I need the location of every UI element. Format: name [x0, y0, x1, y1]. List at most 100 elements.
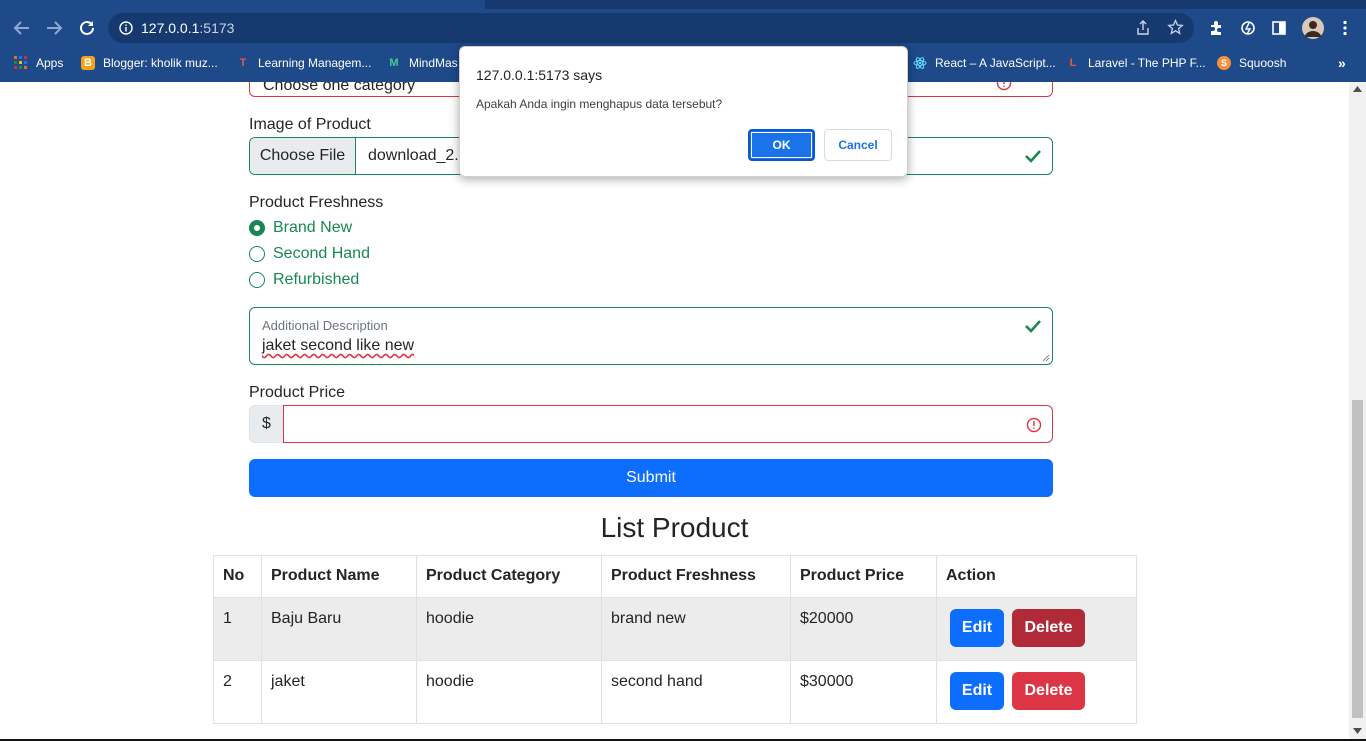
radio-label: Brand New	[273, 219, 353, 236]
url-port: :5173	[199, 20, 235, 36]
side-panel-icon[interactable]	[1269, 18, 1289, 38]
bookmark-label: Blogger: kholik muz...	[103, 56, 218, 70]
cell-price: $20000	[790, 597, 937, 661]
delete-button[interactable]: Delete	[1012, 609, 1085, 647]
bookmark-star-icon[interactable]	[1167, 19, 1184, 36]
radio-refurbished[interactable]: Refurbished	[249, 271, 359, 289]
cell-freshness: brand new	[601, 597, 791, 661]
price-input[interactable]	[283, 405, 1053, 443]
freshness-label: Product Freshness	[249, 194, 384, 211]
bookmark-label: MindMas	[409, 56, 458, 70]
header-action: Action	[936, 555, 1137, 598]
forward-icon[interactable]	[43, 17, 65, 39]
bookmark-label: Squoosh	[1239, 56, 1287, 70]
bookmark-apps[interactable]: Apps	[14, 54, 63, 72]
kebab-menu-icon[interactable]	[1335, 18, 1355, 38]
cell-price: $30000	[790, 660, 937, 724]
cell-name: Baju Baru	[261, 597, 417, 661]
header-product-freshness: Product Freshness	[601, 555, 791, 598]
cell-no: 2	[213, 660, 262, 724]
react-icon	[913, 56, 927, 70]
edit-button[interactable]: Edit	[950, 672, 1004, 710]
edit-button[interactable]: Edit	[950, 609, 1004, 647]
laravel-icon: L	[1069, 57, 1077, 69]
valid-check-icon	[1024, 317, 1042, 335]
header-product-price: Product Price	[790, 555, 937, 598]
lms-icon: T	[239, 57, 247, 69]
squoosh-icon: S	[1217, 56, 1231, 70]
bookmark-lms[interactable]: T Learning Managem...	[236, 54, 372, 72]
cell-category: hoodie	[416, 597, 602, 661]
description-value: jaket second like new	[262, 337, 415, 354]
price-label: Product Price	[249, 384, 346, 401]
sync-icon[interactable]	[1238, 18, 1258, 38]
bookmark-blogger[interactable]: B Blogger: kholik muz...	[81, 54, 218, 72]
list-title: List Product	[600, 512, 749, 543]
extensions-icon[interactable]	[1206, 18, 1226, 38]
price-prefix: $	[249, 405, 283, 443]
profile-avatar[interactable]	[1302, 17, 1324, 39]
cell-category: hoodie	[416, 660, 602, 724]
header-no: No	[213, 555, 262, 598]
bookmark-label: React – A JavaScript...	[935, 56, 1056, 70]
submit-button[interactable]: Submit	[249, 459, 1053, 497]
bookmark-react[interactable]: React – A JavaScript...	[913, 54, 1056, 72]
dialog-title: 127.0.0.1:5173 says	[476, 67, 603, 83]
price-input-group: $	[249, 405, 1053, 443]
scroll-up-icon[interactable]	[1353, 86, 1362, 92]
radio-label: Second Hand	[273, 245, 370, 262]
mindmaster-icon: M	[389, 57, 399, 69]
resize-handle-icon[interactable]	[1042, 354, 1050, 362]
bookmarks-overflow-icon[interactable]: »	[1338, 54, 1346, 72]
product-table: No Product Name Product Category Product…	[213, 555, 1137, 724]
header-product-name: Product Name	[261, 555, 417, 598]
error-icon	[996, 82, 1012, 91]
scroll-down-icon[interactable]	[1353, 728, 1362, 734]
confirm-dialog: 127.0.0.1:5173 says Apakah Anda ingin me…	[459, 46, 908, 177]
cell-no: 1	[213, 597, 262, 661]
error-icon	[1026, 417, 1042, 433]
table-header-row: No Product Name Product Category Product…	[213, 555, 1137, 598]
inactive-tab[interactable]	[490, 0, 1366, 9]
radio-label: Refurbished	[273, 271, 360, 288]
ok-button[interactable]: OK	[748, 129, 815, 161]
bookmark-squoosh[interactable]: S Squoosh	[1217, 54, 1286, 72]
description-label: Additional Description	[262, 318, 388, 333]
radio-button[interactable]	[249, 220, 265, 236]
radio-second-hand[interactable]: Second Hand	[249, 245, 370, 263]
image-label: Image of Product	[249, 116, 371, 133]
radio-brand-new[interactable]: Brand New	[249, 219, 352, 237]
bookmark-label: Laravel - The PHP F...	[1088, 56, 1206, 70]
vertical-scrollbar[interactable]	[1349, 82, 1366, 741]
tab-strip	[0, 0, 1366, 9]
active-tab[interactable]	[0, 0, 485, 9]
address-bar[interactable]: 127.0.0.1:5173	[108, 13, 1194, 43]
delete-button[interactable]: Delete	[1012, 672, 1085, 710]
description-textarea[interactable]: Additional Description jaket second like…	[249, 307, 1053, 365]
table-row: 2 jaket hoodie second hand $30000 Edit De…	[213, 660, 1137, 724]
cell-name: jaket	[261, 660, 417, 724]
file-name: download_2.	[368, 147, 459, 164]
dialog-message: Apakah Anda ingin menghapus data tersebu…	[476, 97, 723, 111]
bookmark-laravel[interactable]: L Laravel - The PHP F...	[1066, 54, 1206, 72]
cancel-button[interactable]: Cancel	[824, 129, 892, 161]
bookmark-mindmaster[interactable]: M MindMas	[387, 54, 458, 72]
browser-toolbar: 127.0.0.1:5173	[0, 9, 1366, 47]
choose-file-button[interactable]: Choose File	[250, 138, 356, 174]
radio-button[interactable]	[249, 246, 265, 262]
bookmark-label: Learning Managem...	[258, 56, 372, 70]
header-product-category: Product Category	[416, 555, 602, 598]
page-content: Choose one category Image of Product Cho…	[0, 82, 1349, 739]
radio-button[interactable]	[249, 272, 265, 288]
bookmark-label: Apps	[36, 56, 64, 70]
url-host: 127.0.0.1	[141, 20, 200, 36]
cell-action: Edit Delete	[936, 597, 1137, 661]
reload-icon[interactable]	[76, 17, 98, 39]
share-icon[interactable]	[1135, 20, 1151, 36]
table-row: 1 Baju Baru hoodie brand new $20000 Edit…	[213, 597, 1137, 661]
back-icon[interactable]	[11, 17, 33, 39]
info-icon[interactable]	[119, 21, 133, 35]
scroll-thumb[interactable]	[1352, 400, 1363, 718]
valid-check-icon	[1024, 147, 1042, 165]
url-text[interactable]: 127.0.0.1:5173	[141, 20, 234, 36]
